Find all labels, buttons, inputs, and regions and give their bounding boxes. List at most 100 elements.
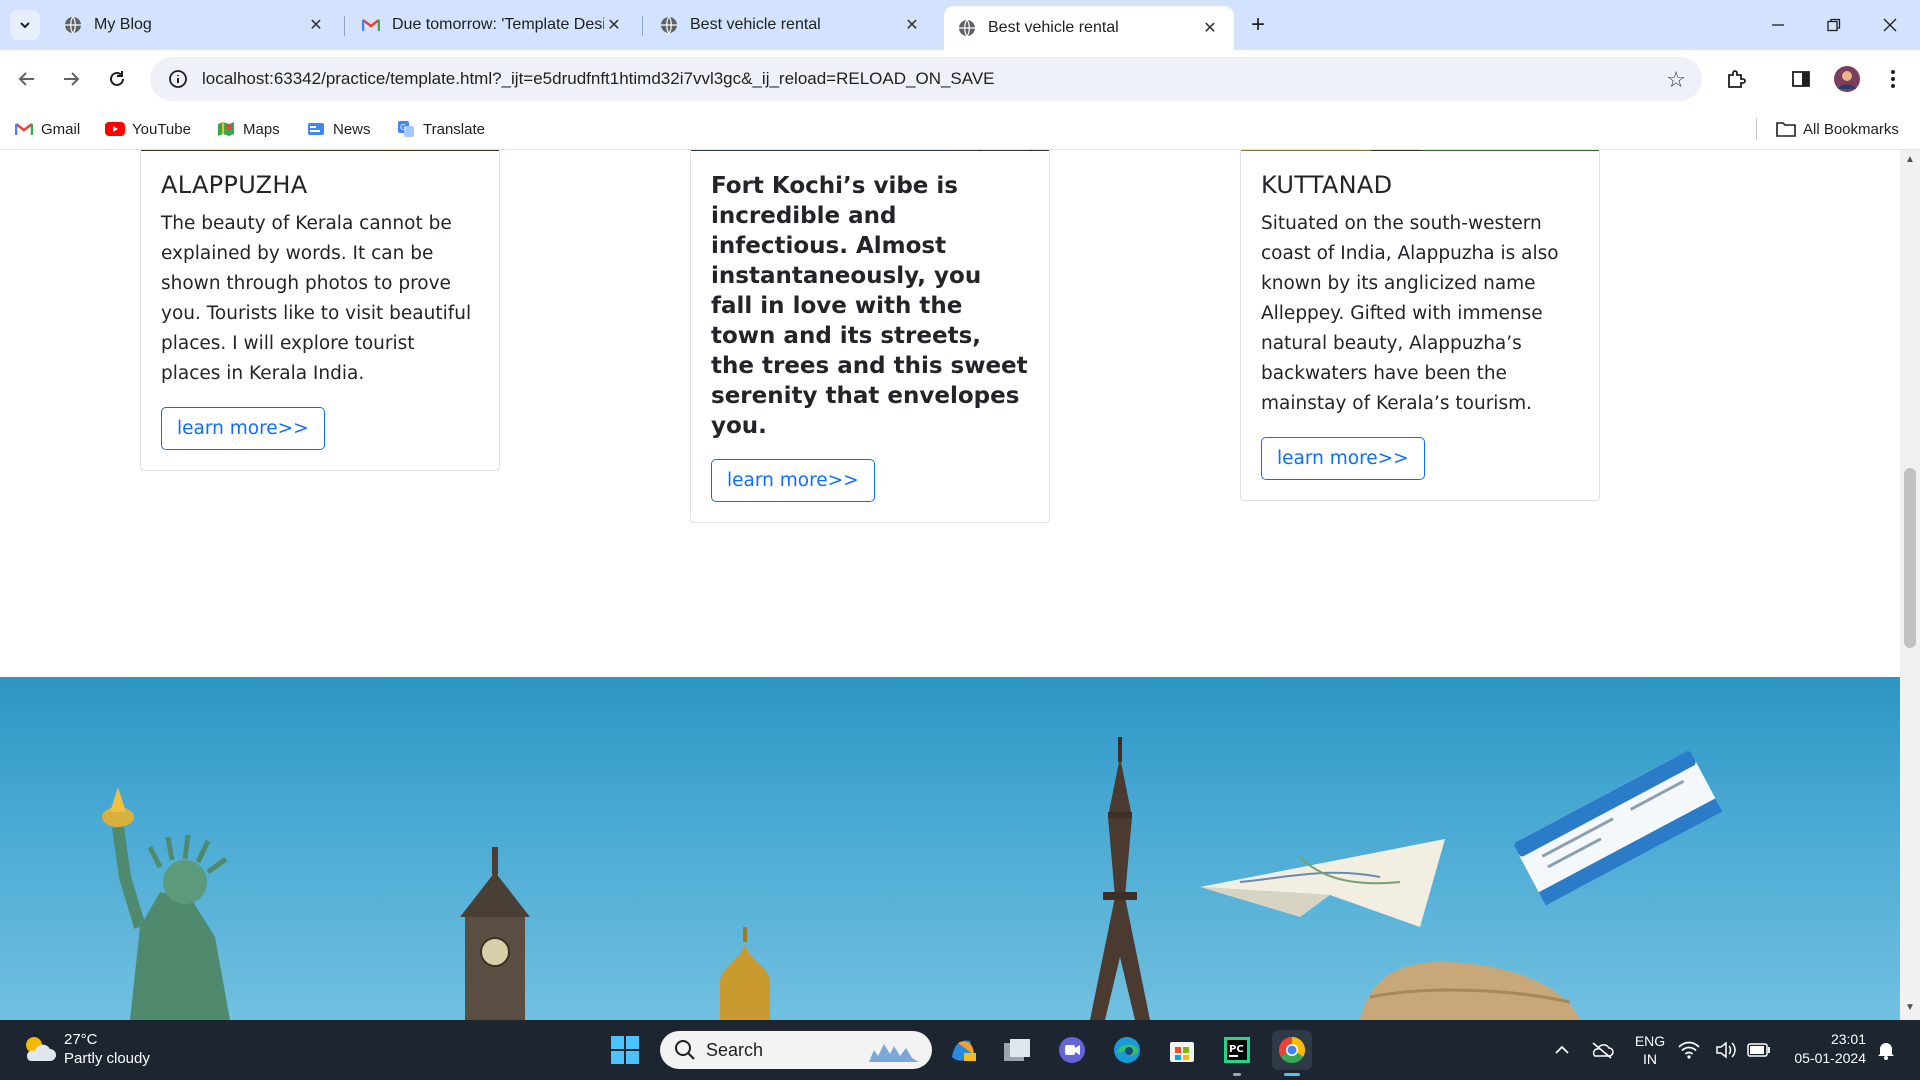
globe-icon bbox=[958, 19, 976, 37]
edge-icon bbox=[1114, 1037, 1140, 1063]
bookmark-label: News bbox=[333, 120, 371, 138]
reload-icon bbox=[110, 71, 124, 86]
show-hidden-icons-button[interactable] bbox=[1542, 1030, 1582, 1070]
minimize-button[interactable] bbox=[1758, 10, 1798, 40]
tab-separator bbox=[642, 16, 643, 36]
extensions-button[interactable] bbox=[1719, 62, 1753, 96]
language-indicator[interactable]: ENG IN bbox=[1628, 1032, 1672, 1068]
svg-text:G: G bbox=[400, 123, 406, 132]
chrome-button[interactable] bbox=[1272, 1030, 1312, 1076]
bookmark-news[interactable]: News bbox=[306, 116, 371, 142]
maps-icon bbox=[216, 120, 236, 138]
site-info-icon[interactable] bbox=[158, 57, 198, 101]
window-close-button[interactable] bbox=[1870, 10, 1910, 40]
tab-vehicle-rental-active[interactable]: Best vehicle rental ✕ bbox=[944, 6, 1234, 50]
bookmarks-divider bbox=[1756, 118, 1757, 140]
avatar-icon bbox=[1834, 66, 1860, 92]
close-icon[interactable]: ✕ bbox=[306, 15, 326, 35]
close-icon[interactable]: ✕ bbox=[902, 15, 922, 35]
pycharm-button[interactable]: PC bbox=[1217, 1030, 1257, 1076]
new-tab-button[interactable]: + bbox=[1244, 12, 1272, 40]
landmarks-illustration bbox=[102, 737, 1723, 1020]
store-button[interactable] bbox=[1162, 1030, 1202, 1070]
chrome-menu-button[interactable] bbox=[1876, 62, 1910, 96]
all-bookmarks-label: All Bookmarks bbox=[1803, 120, 1899, 138]
cloud-offline-icon bbox=[1592, 1042, 1614, 1059]
tab-vehicle-rental[interactable]: Best vehicle rental ✕ bbox=[646, 6, 936, 44]
bookmark-star-icon[interactable]: ☆ bbox=[1666, 67, 1686, 93]
learn-more-button[interactable]: learn more>> bbox=[161, 407, 325, 450]
tab-separator bbox=[344, 16, 345, 36]
tab-search-button[interactable] bbox=[10, 10, 40, 40]
learn-more-button[interactable]: learn more>> bbox=[711, 459, 875, 502]
teams-button[interactable] bbox=[1052, 1030, 1092, 1070]
close-icon[interactable]: ✕ bbox=[1200, 18, 1220, 38]
back-button[interactable] bbox=[10, 62, 44, 96]
edge-button[interactable] bbox=[1107, 1030, 1147, 1070]
tab-title: Due tomorrow: 'Template Desig bbox=[392, 16, 604, 33]
globe-icon bbox=[64, 16, 82, 34]
restore-icon bbox=[1827, 18, 1841, 32]
page-viewport: ALAPPUZHA The beauty of Kerala cannot be… bbox=[0, 150, 1900, 1020]
wifi-button[interactable] bbox=[1676, 1030, 1702, 1070]
clock[interactable]: 23:01 05-01-2024 bbox=[1782, 1030, 1866, 1068]
forward-button[interactable] bbox=[54, 62, 88, 96]
arrow-right-icon bbox=[64, 72, 80, 86]
bookmark-label: Gmail bbox=[41, 120, 81, 138]
weather-desc: Partly cloudy bbox=[64, 1050, 150, 1067]
bookmark-translate[interactable]: G Translate bbox=[396, 116, 485, 142]
pycharm-icon: PC bbox=[1224, 1037, 1250, 1063]
bookmark-label: Translate bbox=[423, 120, 485, 138]
bell-icon bbox=[1878, 1043, 1894, 1060]
start-button[interactable] bbox=[605, 1030, 645, 1070]
profile-avatar[interactable] bbox=[1830, 62, 1864, 96]
destination-card-fort-kochi: Fort Kochi’s vibe is incredible and infe… bbox=[690, 150, 1050, 523]
copilot-button[interactable] bbox=[943, 1030, 983, 1070]
scrollbar-thumb[interactable] bbox=[1904, 468, 1916, 648]
reload-button[interactable] bbox=[100, 62, 134, 96]
chevron-up-icon bbox=[1555, 1045, 1569, 1054]
language-code: ENG bbox=[1634, 1033, 1666, 1049]
card-title: KUTTANAD bbox=[1261, 171, 1393, 199]
svg-text:PC: PC bbox=[1229, 1044, 1244, 1055]
destination-card-alappuzha: ALAPPUZHA The beauty of Kerala cannot be… bbox=[140, 150, 500, 471]
close-icon[interactable]: ✕ bbox=[604, 15, 624, 35]
travel-hero-banner bbox=[0, 677, 1900, 1020]
notifications-button[interactable] bbox=[1872, 1030, 1900, 1070]
bookmark-youtube[interactable]: YouTube bbox=[105, 116, 191, 142]
chevron-down-icon bbox=[20, 22, 30, 29]
task-view-icon bbox=[1004, 1039, 1030, 1061]
battery-button[interactable] bbox=[1745, 1030, 1773, 1070]
bookmark-maps[interactable]: Maps bbox=[216, 116, 280, 142]
card-image-fort-kochi bbox=[691, 150, 1049, 151]
restore-button[interactable] bbox=[1814, 10, 1854, 40]
running-indicator bbox=[1233, 1073, 1241, 1076]
side-panel-button[interactable] bbox=[1784, 62, 1818, 96]
taskbar-search[interactable]: Search bbox=[660, 1031, 932, 1069]
arrow-left-icon bbox=[18, 72, 34, 86]
card-title: ALAPPUZHA bbox=[161, 171, 308, 199]
teams-icon bbox=[1059, 1037, 1085, 1063]
scroll-down-arrow-icon[interactable]: ▼ bbox=[1905, 1002, 1915, 1013]
bookmark-gmail[interactable]: Gmail bbox=[14, 116, 80, 142]
bookmarks-bar: Gmail YouTube Maps News G Translate All … bbox=[0, 108, 1920, 150]
card-body: KUTTANAD Situated on the south-western c… bbox=[1241, 151, 1599, 500]
microsoft-store-icon bbox=[1170, 1042, 1194, 1062]
folder-icon bbox=[1776, 120, 1796, 138]
minimize-icon bbox=[1772, 24, 1784, 26]
onedrive-button[interactable] bbox=[1582, 1030, 1622, 1070]
address-bar[interactable]: localhost:63342/practice/template.html?_… bbox=[150, 57, 1702, 101]
all-bookmarks-button[interactable]: All Bookmarks bbox=[1776, 116, 1899, 142]
task-view-button[interactable] bbox=[997, 1030, 1037, 1070]
volume-button[interactable] bbox=[1713, 1030, 1739, 1070]
straw-hat-icon bbox=[1360, 962, 1580, 1020]
scroll-up-arrow-icon[interactable]: ▲ bbox=[1905, 154, 1915, 165]
bookmark-label: Maps bbox=[243, 120, 280, 138]
learn-more-button[interactable]: learn more>> bbox=[1261, 437, 1425, 480]
page-scrollbar[interactable]: ▲ ▼ bbox=[1900, 150, 1920, 1020]
weather-widget[interactable]: 27°C Partly cloudy bbox=[20, 1030, 150, 1068]
url-text[interactable]: localhost:63342/practice/template.html?_… bbox=[202, 69, 995, 89]
tab-my-blog[interactable]: My Blog ✕ bbox=[50, 6, 340, 44]
tab-gmail[interactable]: Due tomorrow: 'Template Desig ✕ bbox=[348, 6, 638, 44]
tab-title: My Blog bbox=[94, 16, 152, 33]
